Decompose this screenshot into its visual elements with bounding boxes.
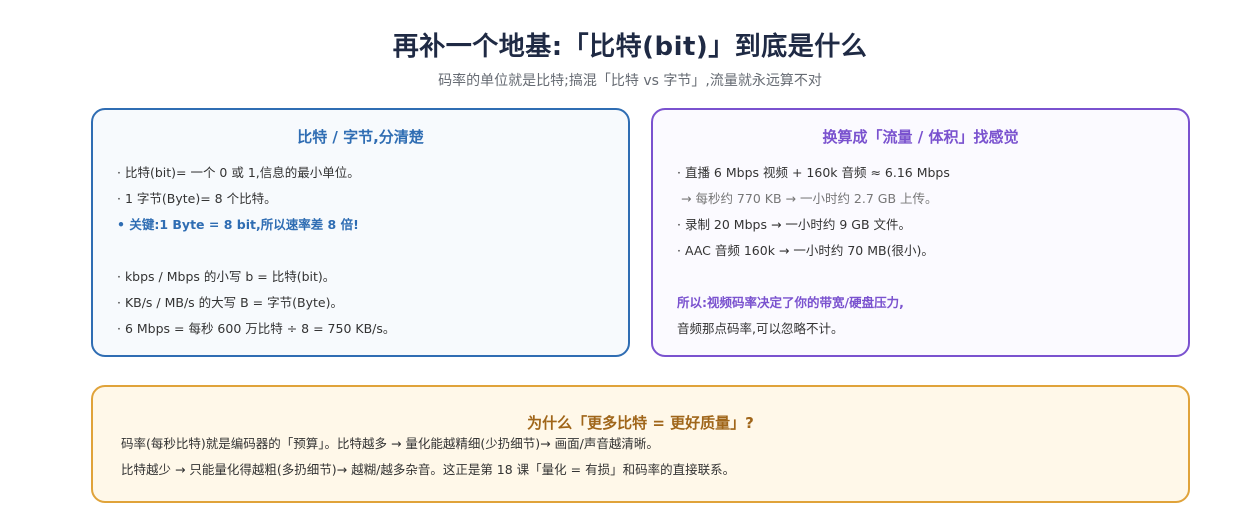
aac-size-line: · AAC 音频 160k → 一小时约 70 MB(很小)。 (677, 243, 934, 258)
audio-negligible-line: 音频那点码率,可以忽略不计。 (677, 321, 844, 336)
byte-definition-line: · 1 字节(Byte)= 8 个比特。 (117, 191, 277, 206)
bit-byte-card: 比特 / 字节,分清楚 · 比特(bit)= 一个 0 或 1,信息的最小单位。… (91, 108, 630, 357)
quality-card: 为什么「更多比特 = 更好质量」? 码率(每秒比特)就是编码器的「预算」。比特越… (91, 385, 1190, 503)
upload-estimate-line: → 每秒约 770 KB → 一小时约 2.7 GB 上传。 (681, 191, 938, 206)
recording-size-line: · 录制 20 Mbps → 一小时约 9 GB 文件。 (677, 217, 912, 232)
live-bitrate-line: · 直播 6 Mbps 视频 + 160k 音频 ≈ 6.16 Mbps (677, 165, 950, 180)
lowercase-b-line: · kbps / Mbps 的小写 b = 比特(bit)。 (117, 269, 336, 284)
bit-byte-card-title: 比特 / 字节,分清楚 (297, 128, 424, 146)
quality-card-title: 为什么「更多比特 = 更好质量」? (527, 414, 754, 432)
key-point-line: • 关键:1 Byte = 8 bit,所以速率差 8 倍! (117, 217, 359, 232)
page-title: 再补一个地基:「比特(bit)」到底是什么 (392, 32, 868, 62)
bit-definition-line: · 比特(bit)= 一个 0 或 1,信息的最小单位。 (117, 165, 360, 180)
fewer-bits-line: 比特越少 → 只能量化得越粗(多扔细节)→ 越糊/越多杂音。这正是第 18 课「… (121, 462, 736, 477)
traffic-size-card-title: 换算成「流量 / 体积」找感觉 (822, 128, 1019, 146)
traffic-size-card: 换算成「流量 / 体积」找感觉 · 直播 6 Mbps 视频 + 160k 音频… (651, 108, 1190, 357)
uppercase-b-line: · KB/s / MB/s 的大写 B = 字节(Byte)。 (117, 295, 343, 310)
page-subtitle: 码率的单位就是比特;搞混「比特 vs 字节」,流量就永远算不对 (438, 73, 822, 89)
conversion-example-line: · 6 Mbps = 每秒 600 万比特 ÷ 8 = 750 KB/s。 (117, 321, 396, 336)
conclusion-line: 所以:视频码率决定了你的带宽/硬盘压力, (677, 295, 904, 310)
budget-explanation-line: 码率(每秒比特)就是编码器的「预算」。比特越多 → 量化能越精细(少扔细节)→ … (121, 436, 659, 451)
